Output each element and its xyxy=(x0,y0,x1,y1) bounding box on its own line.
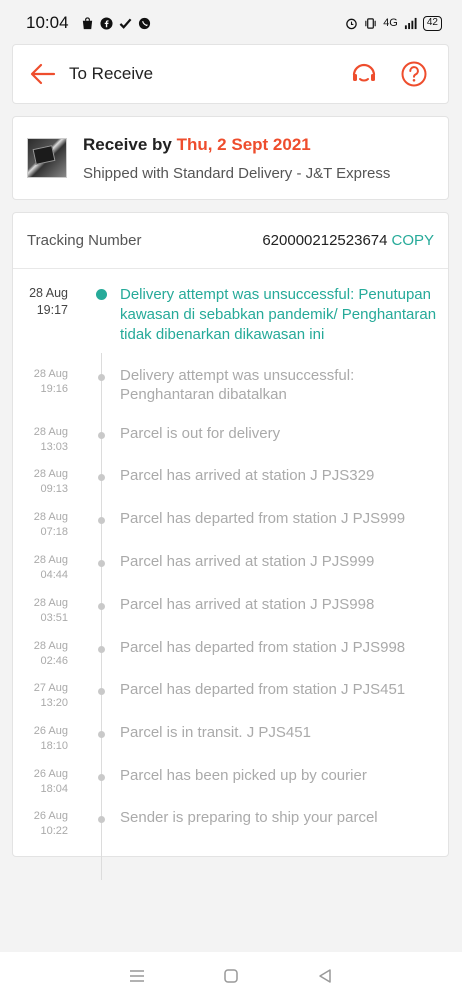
page-title: To Receive xyxy=(69,64,154,83)
event-time: 19:16 xyxy=(40,383,68,395)
triangle-back-icon xyxy=(319,969,331,983)
signal-icon xyxy=(404,17,417,29)
status-dot xyxy=(98,560,105,567)
alarm-icon xyxy=(346,18,357,29)
event-day: 26 Aug xyxy=(33,810,68,822)
network-type: 4G xyxy=(383,17,398,29)
event-description: Parcel is out for delivery xyxy=(120,425,281,442)
event-description: Parcel has departed from station J PJS45… xyxy=(120,681,406,698)
question-circle-icon xyxy=(401,61,427,87)
tracking-number-value: 620000212523674 xyxy=(262,232,388,249)
event-time: 07:18 xyxy=(40,526,68,538)
event-time: 02:46 xyxy=(40,655,68,667)
event-day: 28 Aug xyxy=(33,468,68,480)
event-day: 28 Aug xyxy=(33,511,68,523)
check-icon xyxy=(119,18,131,29)
event-description: Parcel has departed from station J PJS99… xyxy=(120,639,406,656)
status-dot xyxy=(98,646,105,653)
shopping-bag-icon xyxy=(82,16,92,29)
status-dot xyxy=(98,374,105,381)
event-day: 26 Aug xyxy=(33,768,68,780)
menu-button[interactable] xyxy=(123,962,151,990)
arrow-left-icon xyxy=(30,63,56,85)
event-date: 28 Aug 07:18 xyxy=(0,510,68,540)
home-button[interactable] xyxy=(217,962,245,990)
battery-indicator: 42 xyxy=(422,15,442,31)
event-day: 28 Aug xyxy=(33,597,68,609)
chat-support-button[interactable] xyxy=(350,60,378,88)
status-dot xyxy=(98,816,105,823)
event-day: 28 Aug xyxy=(33,426,68,438)
status-dot xyxy=(98,474,105,481)
facebook-icon xyxy=(100,16,113,30)
event-time: 18:10 xyxy=(40,740,68,752)
shipping-method: Shipped with Standard Delivery - J&T Exp… xyxy=(83,164,391,182)
event-time: 09:13 xyxy=(40,483,68,495)
event-description: Parcel has arrived at station J PJS329 xyxy=(120,467,375,484)
help-button[interactable] xyxy=(400,60,428,88)
status-time: 10:04 xyxy=(26,13,69,32)
tracking-number-row: Tracking Number 620000212523674 COPY xyxy=(13,213,448,269)
event-date: 27 Aug 13:20 xyxy=(0,681,68,711)
product-thumbnail xyxy=(27,138,67,178)
status-dot xyxy=(98,688,105,695)
status-bar: 10:04 4G 42 xyxy=(0,0,462,46)
whatsapp-icon xyxy=(138,17,150,29)
app-header: To Receive xyxy=(12,44,449,104)
event-date: 28 Aug 04:44 xyxy=(0,553,68,583)
event-day: 27 Aug xyxy=(33,682,68,694)
status-dot xyxy=(98,432,105,439)
event-time: 13:03 xyxy=(40,441,68,453)
event-day: 28 Aug xyxy=(33,368,68,380)
event-description: Parcel has arrived at station J PJS998 xyxy=(120,596,375,613)
event-time: 19:17 xyxy=(36,303,68,317)
tracking-number-label: Tracking Number xyxy=(27,232,142,249)
event-time: 18:04 xyxy=(40,783,68,795)
active-status-dot xyxy=(96,289,107,300)
event-time: 04:44 xyxy=(40,569,68,581)
menu-icon xyxy=(130,970,144,982)
event-day: 28 Aug xyxy=(33,640,68,652)
tracking-card: Tracking Number 620000212523674 COPY 28 … xyxy=(12,212,449,880)
event-day: 26 Aug xyxy=(33,725,68,737)
event-description: Parcel has arrived at station J PJS999 xyxy=(120,553,375,570)
receive-date: Thu, 2 Sept 2021 xyxy=(176,134,311,154)
event-date: 28 Aug 02:46 xyxy=(0,639,68,669)
home-square-icon xyxy=(224,969,238,983)
event-date: 28 Aug 19:16 xyxy=(0,367,68,397)
event-time: 03:51 xyxy=(40,612,68,624)
headset-icon xyxy=(352,63,376,82)
status-dot xyxy=(98,774,105,781)
system-nav-bar xyxy=(0,952,462,1000)
event-date: 26 Aug 18:10 xyxy=(0,724,68,754)
status-dot xyxy=(98,603,105,610)
event-time: 10:22 xyxy=(40,825,68,837)
event-description: Delivery attempt was unsuccessful: Penut… xyxy=(120,286,437,343)
event-time: 13:20 xyxy=(40,697,68,709)
event-date: 28 Aug 13:03 xyxy=(0,425,68,455)
copy-button[interactable]: COPY xyxy=(391,232,434,249)
event-date: 28 Aug 19:17 xyxy=(0,285,68,319)
event-description: Parcel has departed from station J PJS99… xyxy=(120,510,406,527)
event-date: 28 Aug 03:51 xyxy=(0,596,68,626)
delivery-estimate-card: Receive by Thu, 2 Sept 2021 Shipped with… xyxy=(12,116,449,200)
back-nav-button[interactable] xyxy=(311,962,339,990)
event-day: 28 Aug xyxy=(33,554,68,566)
receive-by-label: Receive by xyxy=(83,134,172,154)
event-description: Sender is preparing to ship your parcel xyxy=(120,809,378,826)
vibrate-icon xyxy=(365,17,376,29)
event-description: Parcel is in transit. J PJS451 xyxy=(120,724,311,741)
event-date: 26 Aug 18:04 xyxy=(0,767,68,797)
status-dot xyxy=(98,731,105,738)
event-day: 28 Aug xyxy=(29,286,68,300)
event-date: 26 Aug 10:22 xyxy=(0,809,68,839)
status-dot xyxy=(98,517,105,524)
event-description: Parcel has been picked up by courier xyxy=(120,767,367,784)
event-date: 28 Aug 09:13 xyxy=(0,467,68,497)
back-button[interactable] xyxy=(13,44,73,104)
event-description: Delivery attempt was unsuccessful: Pengh… xyxy=(120,367,355,403)
